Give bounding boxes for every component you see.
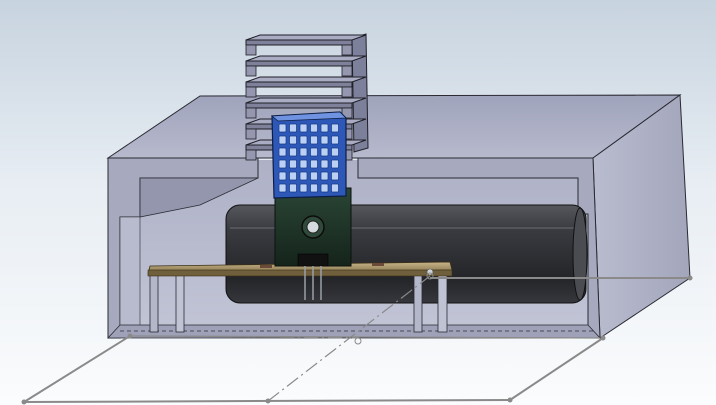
strip-pad-2 — [372, 263, 384, 266]
heatsink-fin-top — [245, 97, 367, 104]
heatsink-fin-left-tab — [245, 44, 257, 56]
sketch-point-3[interactable] — [507, 397, 513, 403]
cage-vent-hole — [310, 147, 318, 157]
cage-vent-hole — [299, 183, 308, 193]
sketch-point-2[interactable] — [265, 398, 271, 404]
cage-vent-hole — [278, 147, 287, 157]
heatsink-fin-left-tab — [245, 149, 257, 161]
cage-vent-hole — [331, 183, 339, 193]
enclosure-top-face — [106, 94, 682, 159]
cage-vent-hole — [278, 171, 287, 181]
heatsink-fin-front — [245, 39, 353, 46]
cage-vent-hole — [278, 183, 287, 193]
cage-vent-hole — [331, 171, 339, 181]
enclosure-inner-left-wall — [119, 216, 141, 339]
sketch-line-left — [23, 335, 131, 403]
heatsink-fin-top — [245, 34, 367, 41]
cage-vent-hole — [278, 135, 287, 145]
post-left-1 — [149, 271, 159, 333]
cage-vent-hole — [299, 171, 308, 181]
cage-vent-hole — [289, 135, 297, 145]
cage-vent-hole — [278, 159, 287, 169]
sketch-point-6[interactable] — [127, 333, 133, 339]
cage-vent-hole — [320, 123, 329, 133]
heatsink-fin-left-tab — [245, 128, 257, 140]
heatsink-fin-front — [245, 102, 353, 109]
sketch-line-right — [509, 337, 604, 401]
cage-vent-hole — [320, 147, 329, 157]
heatsink-fin-right-tab — [341, 86, 353, 98]
heatsink-fin-top — [245, 55, 367, 62]
post-right-2 — [437, 271, 448, 333]
cage-vent-hole — [331, 147, 339, 157]
board-hole-inner — [306, 220, 320, 234]
heatsink-fin-left-tab — [245, 107, 257, 119]
cage-vent-hole — [299, 123, 308, 133]
heatsink-back-plate — [351, 33, 369, 153]
cage-vent-hole — [299, 147, 308, 157]
cage-vent-hole — [310, 171, 318, 181]
sketch-point-5[interactable] — [687, 275, 693, 281]
heatsink-fin-top — [245, 76, 367, 83]
cage-vent-hole — [289, 171, 297, 181]
heatsink-fin-left-tab — [245, 86, 257, 98]
cage-vent-hole — [278, 123, 287, 133]
cage-vent-hole — [299, 135, 308, 145]
sketch-origin-marker[interactable] — [354, 337, 362, 345]
cage-vent-hole — [289, 123, 297, 133]
heatsink-fin-front — [245, 81, 353, 88]
sensor-cage[interactable] — [270, 111, 347, 199]
cad-viewport[interactable] — [0, 0, 716, 405]
cage-vent-hole — [289, 147, 297, 157]
heatsink-fin-right-tab — [341, 44, 353, 56]
cage-vent-hole — [331, 159, 339, 169]
board-header — [297, 253, 329, 267]
heatsink-fin-right-tab — [341, 65, 353, 77]
cage-vent-hole — [331, 123, 339, 133]
cage-vent-hole — [310, 183, 318, 193]
post-right-1 — [413, 271, 423, 333]
cage-vent-hole — [289, 183, 297, 193]
battery-end-cap — [572, 207, 588, 301]
cage-vent-hole — [289, 159, 297, 169]
cage-vent-hole — [310, 135, 318, 145]
cage-vent-hole — [331, 135, 339, 145]
cage-vent-hole — [320, 135, 329, 145]
cage-vent-hole — [299, 159, 308, 169]
strip-front — [147, 269, 453, 277]
heatsink-fin-left-tab — [245, 65, 257, 77]
model-scene[interactable] — [0, 0, 716, 405]
heatsink-fin-front — [245, 60, 353, 67]
cage-vent-hole — [320, 171, 329, 181]
post-left-2 — [175, 271, 185, 333]
sketch-point-1[interactable] — [21, 399, 27, 405]
cage-vent-hole — [320, 183, 329, 193]
cage-vent-hole — [310, 123, 318, 133]
sketch-point-4[interactable] — [600, 335, 606, 341]
strip-pad-1 — [260, 265, 272, 268]
cage-vent-hole — [320, 159, 329, 169]
cage-vent-hole — [310, 159, 318, 169]
